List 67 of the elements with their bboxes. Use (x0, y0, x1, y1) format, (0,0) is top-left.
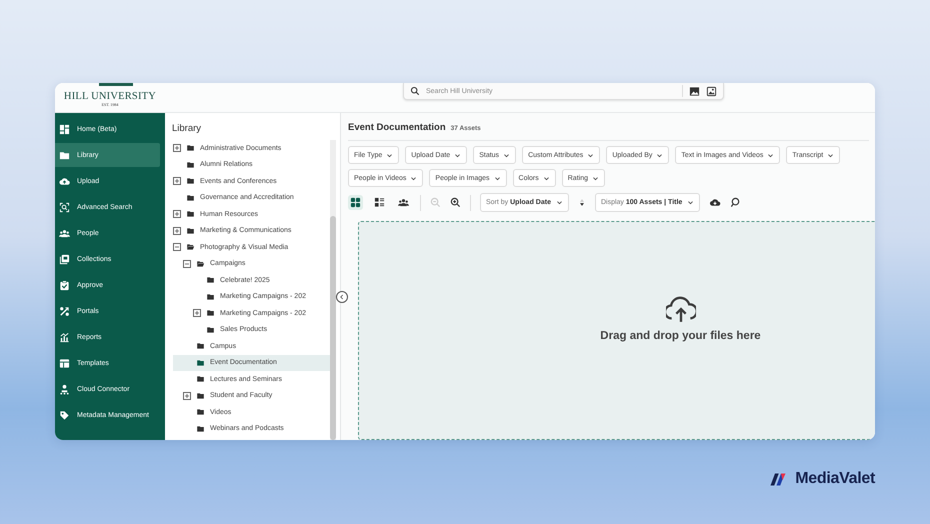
sort-order-icon[interactable] (578, 197, 586, 208)
clipboard-check-icon (59, 280, 70, 290)
chevron-down-icon (454, 152, 462, 158)
expand-icon[interactable] (173, 210, 181, 218)
collection-icon (59, 254, 70, 264)
chevron-down-icon (827, 152, 834, 158)
plus-icon (184, 392, 190, 399)
cloud-upload-icon (59, 176, 70, 186)
cloud-upload-icon (666, 295, 696, 323)
zoom-out-icon (430, 197, 441, 208)
tools-icon (59, 306, 70, 316)
open-folder-icon (196, 260, 205, 268)
chevron-down-icon (386, 152, 394, 158)
plus-icon (174, 228, 180, 234)
expand-icon[interactable] (173, 226, 181, 235)
collapse-icon[interactable] (173, 243, 181, 252)
dashboard-icon (59, 124, 70, 134)
expand-icon[interactable] (173, 144, 181, 152)
chevron-down-icon (494, 174, 501, 182)
chevron-down-icon (410, 174, 418, 182)
people-icon (59, 228, 70, 238)
zoom-in-button[interactable] (450, 197, 461, 208)
people-icon (398, 197, 409, 208)
view-toggle[interactable] (348, 195, 363, 210)
minus-icon (174, 244, 180, 250)
chevron-down-icon (592, 174, 599, 182)
drop-zone-text: Drag and drop your files here (600, 330, 761, 342)
plus-icon (174, 211, 180, 218)
scan-search-icon (59, 202, 70, 212)
minus-icon (184, 260, 190, 267)
expand-icon[interactable] (173, 177, 181, 186)
chevron-down-icon (656, 152, 664, 158)
search-reset-icon[interactable] (730, 197, 742, 208)
logo-name: HILL UNIVERSITY (64, 90, 156, 102)
open-folder-icon (186, 243, 195, 252)
expand-icon[interactable] (183, 392, 191, 400)
cloud-download-icon[interactable] (709, 197, 722, 208)
plus-icon (174, 145, 180, 152)
plus-icon (194, 310, 200, 316)
chevron-down-icon (767, 152, 774, 158)
network-icon (59, 384, 70, 394)
layout-icon (59, 358, 70, 368)
image-search-icon[interactable] (689, 86, 700, 96)
chevron-down-icon (556, 199, 563, 206)
brand-name: MediaValet (795, 470, 875, 488)
search-icon (410, 86, 420, 96)
tag-icon (59, 410, 70, 420)
drop-zone[interactable]: Drag and drop your files here (358, 221, 875, 440)
logo-emblem (99, 83, 133, 86)
bar-chart-icon (59, 332, 70, 342)
folder-title: Event Documentation (348, 122, 446, 133)
chevron-left-icon (339, 294, 345, 300)
plus-icon (174, 178, 180, 184)
zoom-in-icon (450, 197, 461, 208)
expand-icon[interactable] (193, 309, 201, 318)
chevron-down-icon (587, 152, 594, 158)
image-icon[interactable] (706, 86, 717, 96)
chevron-down-icon (542, 174, 550, 182)
chevron-down-icon (687, 199, 694, 206)
chevron-down-icon (503, 152, 510, 158)
list-view-icon (374, 197, 385, 208)
panel-title: Library (171, 122, 202, 136)
scrollbar-thumb[interactable] (330, 216, 336, 440)
collapse-icon[interactable] (183, 260, 191, 268)
collapse-panel-button[interactable] (336, 291, 348, 303)
folder-icon (59, 150, 70, 160)
grid-view-icon (350, 197, 361, 208)
